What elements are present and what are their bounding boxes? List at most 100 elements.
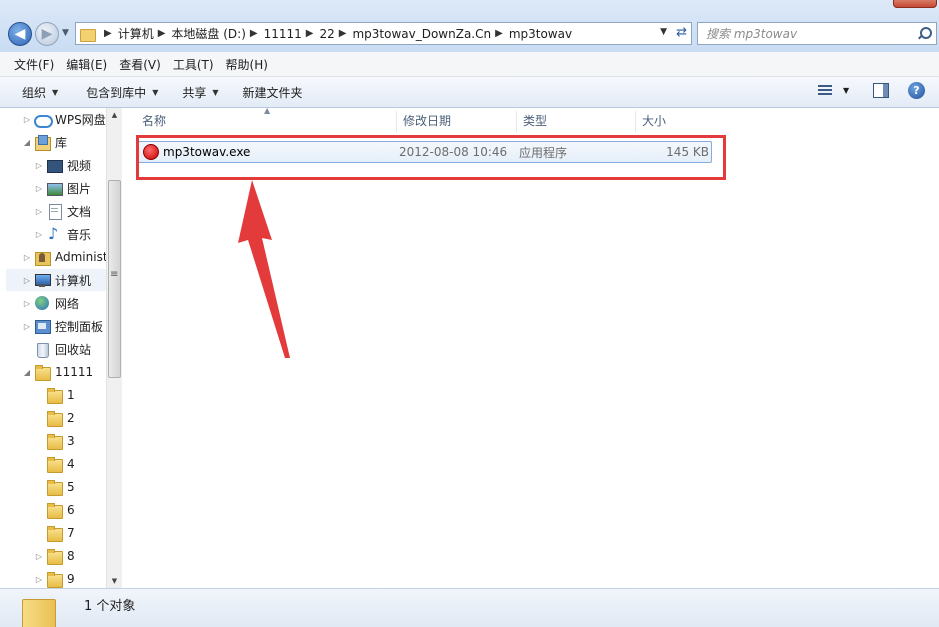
nav-item-folder-2[interactable]: 2 [34,407,75,429]
folder-icon [46,502,63,519]
nav-item-pictures[interactable]: ▷ 图片 [34,177,91,199]
breadcrumb-computer[interactable]: 计算机 [118,25,154,42]
nav-item-label: 6 [67,503,75,517]
breadcrumb-drive-d[interactable]: 本地磁盘 (D:) [171,25,245,42]
search-placeholder: 搜索 mp3towav [706,27,798,41]
scrollbar-thumb[interactable] [108,180,121,378]
folder-icon [46,571,63,588]
expand-arrow-icon[interactable]: ▷ [22,276,32,285]
command-bar: 组织 ▼ 包含到库中 ▼ 共享 ▼ 新建文件夹 [0,77,939,108]
menu-edit[interactable]: 编辑(E) [60,56,113,73]
menu-view[interactable]: 查看(V) [113,56,167,73]
nav-item-libraries[interactable]: ◢ 库 [22,131,67,153]
nav-item-recycle-bin[interactable]: 回收站 [22,338,91,360]
navigation-scrollbar[interactable]: ▲ ▼ [106,108,122,588]
nav-item-folder-8[interactable]: ▷ 8 [34,545,75,567]
music-library-icon [46,224,62,243]
nav-item-folder-1[interactable]: 1 [34,384,75,406]
nav-item-music[interactable]: ▷ 音乐 [34,223,91,245]
nav-item-folder-6[interactable]: 6 [34,499,75,521]
expand-arrow-icon[interactable]: ▷ [34,207,44,216]
breadcrumb-separator-icon[interactable]: ▶ [495,28,503,39]
expand-arrow-icon[interactable]: ▷ [22,115,32,124]
folder-icon [22,593,56,627]
menu-tools[interactable]: 工具(T) [167,56,220,73]
organize-label: 组织 [22,85,47,100]
breadcrumb-separator-icon[interactable]: ▶ [104,28,112,39]
scroll-down-icon[interactable]: ▼ [107,574,122,588]
breadcrumb-separator-icon[interactable]: ▶ [158,28,166,39]
column-header-date[interactable]: 修改日期 [397,111,517,132]
nav-item-computer[interactable]: ▷ 计算机 [6,269,106,291]
new-folder-button[interactable]: 新建文件夹 [233,84,313,101]
nav-item-label: 控制面板 [55,319,104,334]
search-input[interactable]: 搜索 mp3towav [697,22,937,45]
expand-arrow-icon[interactable]: ▷ [34,161,44,170]
breadcrumb-mp3towav[interactable]: mp3towav [509,27,572,41]
nav-item-folder-3[interactable]: 3 [34,430,75,452]
breadcrumb-downza[interactable]: mp3towav_DownZa.Cn [352,27,491,41]
expand-arrow-icon[interactable]: ▷ [34,552,44,561]
new-folder-label: 新建文件夹 [242,85,303,100]
expand-arrow-icon[interactable]: ▷ [34,230,44,239]
address-dropdown-icon[interactable]: ▼ [660,27,667,37]
nav-item-label: 回收站 [55,342,92,357]
help-icon[interactable]: ? [908,82,925,99]
organize-button[interactable]: 组织 ▼ [12,84,68,101]
video-library-icon [46,157,63,173]
expand-arrow-icon[interactable]: ▷ [34,575,44,584]
preview-pane-icon[interactable] [873,83,889,98]
status-item-count: 1 个对象 [84,599,136,614]
expand-arrow-icon[interactable]: ▷ [22,253,32,262]
forward-button[interactable]: ▶ [35,22,59,46]
nav-item-videos[interactable]: ▷ 视频 [34,154,91,176]
collapse-arrow-icon[interactable]: ◢ [22,138,32,147]
nav-item-label: 8 [67,549,75,563]
breadcrumb-separator-icon[interactable]: ▶ [306,28,314,39]
breadcrumb-separator-icon[interactable]: ▶ [250,28,258,39]
control-panel-icon [34,318,51,334]
refresh-icon[interactable]: ⇄ [676,25,687,40]
nav-item-label: 计算机 [55,273,92,288]
breadcrumb-separator-icon[interactable]: ▶ [339,28,347,39]
expand-arrow-icon[interactable]: ▷ [34,184,44,193]
change-view-icon[interactable] [818,84,832,98]
nav-item-control-panel[interactable]: ▷ 控制面板 [22,315,103,337]
folder-icon [46,410,63,427]
column-header-type[interactable]: 类型 [517,111,636,132]
expand-arrow-icon[interactable]: ▷ [22,322,32,331]
view-options-dropdown[interactable]: ▼ [843,86,849,95]
status-bar [0,588,939,627]
scroll-up-icon[interactable]: ▲ [107,108,122,122]
nav-item-network[interactable]: ▷ 网络 [22,292,79,314]
nav-item-folder-9[interactable]: ▷ 9 [34,568,75,588]
recent-pages-dropdown[interactable]: ▼ [62,28,69,38]
window-close-button[interactable] [893,0,937,8]
column-header-name[interactable]: 名称 [136,111,397,132]
annotation-highlight-box [136,135,726,180]
breadcrumb-11111[interactable]: 11111 [264,27,302,41]
nav-item-folder-5[interactable]: 5 [34,476,75,498]
back-button[interactable]: ◀ [8,22,32,46]
address-bar[interactable]: ▶ 计算机 ▶ 本地磁盘 (D:) ▶ 11111 ▶ 22 ▶ mp3towa… [75,22,692,45]
nav-item-folder-7[interactable]: 7 [34,522,75,544]
include-in-library-button[interactable]: 包含到库中 ▼ [76,84,168,101]
column-header-size[interactable]: 大小 [636,111,716,132]
folder-icon [80,27,96,42]
share-button[interactable]: 共享 ▼ [172,84,228,101]
nav-item-folder-4[interactable]: 4 [34,453,75,475]
nav-item-wps-cloud[interactable]: ▷ WPS网盘 [22,108,106,130]
folder-icon [46,433,63,450]
collapse-arrow-icon[interactable]: ◢ [22,368,32,377]
nav-item-11111[interactable]: ◢ 11111 [22,361,93,383]
search-icon[interactable] [918,27,932,39]
menu-help[interactable]: 帮助(H) [220,56,274,73]
expand-arrow-icon[interactable]: ▷ [22,299,32,308]
breadcrumb-22[interactable]: 22 [319,27,334,41]
folder-icon [46,525,63,542]
nav-item-documents[interactable]: ▷ 文档 [34,200,91,222]
nav-item-label: WPS网盘 [55,112,106,127]
menu-file[interactable]: 文件(F) [8,56,60,73]
share-label: 共享 [182,85,207,100]
nav-item-administrator[interactable]: ▷ Administ [22,246,108,268]
